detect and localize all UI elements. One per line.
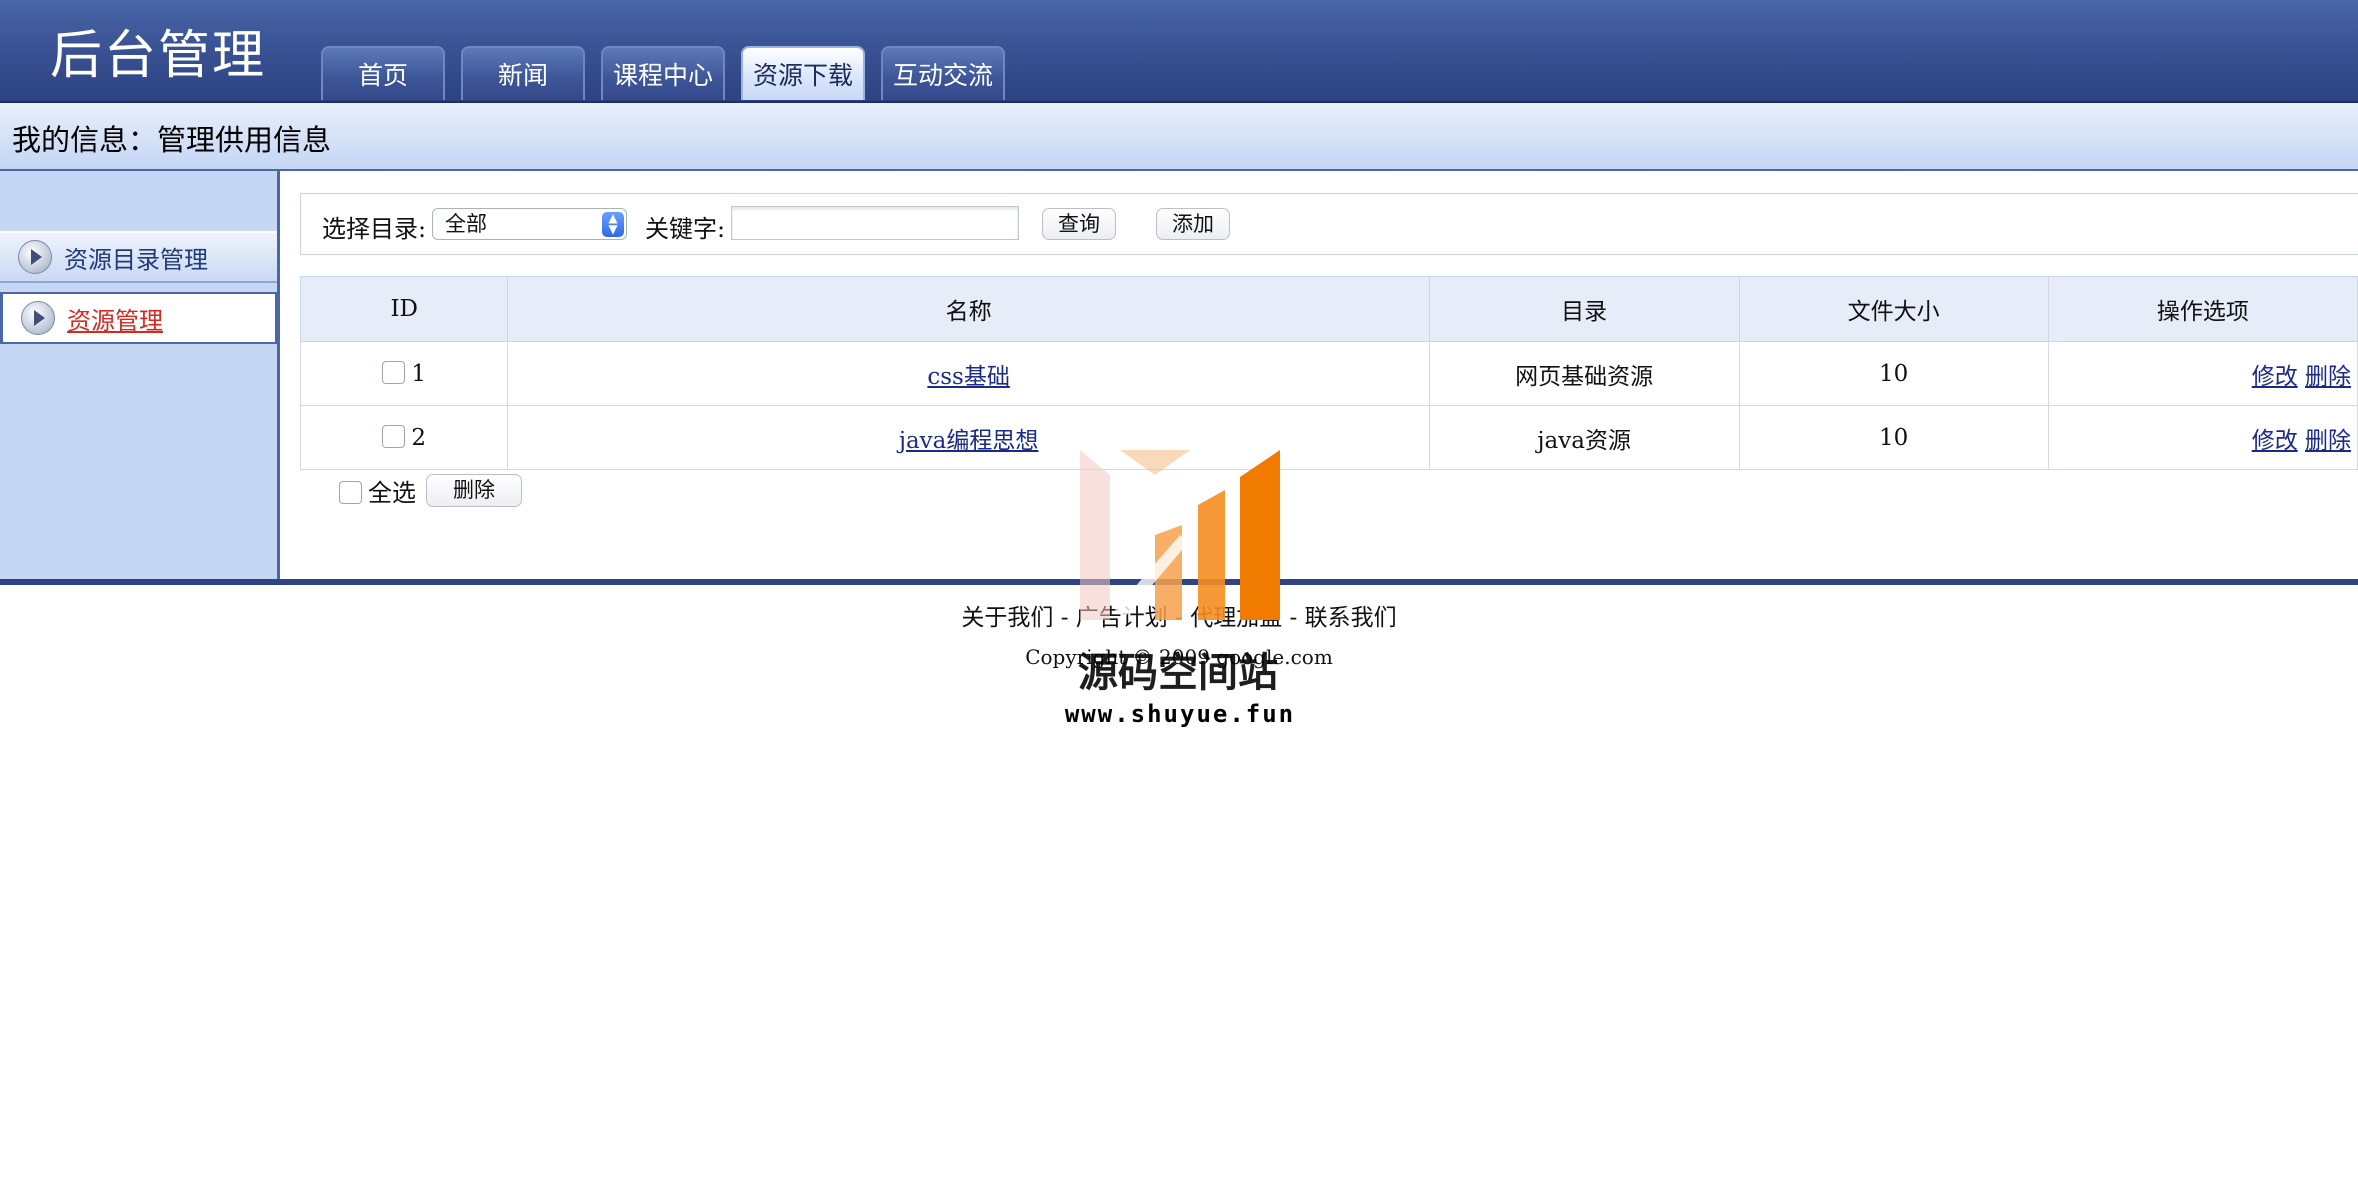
row-size: 10 [1738,341,2049,406]
column-header-directory: 目录 [1428,276,1740,342]
bulk-delete-button[interactable]: 删除 [426,474,522,507]
row-directory: java资源 [1428,405,1740,470]
watermark-logo [1080,450,1280,620]
footer-link-contact[interactable]: 联系我们 [1305,605,1397,631]
arrow-right-icon [21,301,55,335]
resource-name-link[interactable]: java编程思想 [899,428,1039,454]
keyword-input[interactable] [731,206,1019,240]
row-id-cell: 2 [299,405,509,470]
row-id: 1 [411,360,427,387]
bulk-actions: 全选 [339,473,416,508]
tab-resources[interactable]: 资源下载 [741,46,865,100]
delete-link[interactable]: 删除 [2305,364,2351,390]
column-header-name: 名称 [507,276,1430,342]
footer-separator: - [1289,605,1298,631]
watermark-text: 源码空间站 [1078,650,1278,696]
select-all-checkbox[interactable] [339,481,362,504]
resource-name-link[interactable]: css基础 [927,364,1010,390]
row-directory: 网页基础资源 [1428,341,1740,406]
table-row: 1 css基础 网页基础资源 10 修改 删除 [299,341,2358,406]
directory-select-value: 全部 [445,212,487,236]
info-text: 我的信息：管理供用信息 [12,123,332,157]
row-id: 2 [411,424,427,451]
sidebar-item-resource-manage[interactable]: 资源管理 [0,292,277,344]
add-button[interactable]: 添加 [1156,208,1230,240]
row-checkbox[interactable] [382,424,406,448]
column-header-actions: 操作选项 [2047,276,2358,342]
footer-link-about[interactable]: 关于我们 [961,605,1053,631]
sidebar: 资源目录管理 资源管理 [0,171,280,579]
delete-link[interactable]: 删除 [2305,428,2351,454]
tab-news[interactable]: 新闻 [461,46,585,100]
chevron-updown-icon: ▲ ▼ [602,212,624,237]
row-actions: 修改 删除 [2047,405,2358,470]
keyword-label: 关键字: [645,215,726,243]
edit-link[interactable]: 修改 [2252,364,2298,390]
row-name-cell: java编程思想 [507,405,1430,470]
column-header-id: ID [299,276,509,342]
site-title: 后台管理 [50,26,267,86]
column-header-size: 文件大小 [1738,276,2049,342]
resource-table: ID 名称 目录 文件大小 操作选项 1 css基础 网页基础资源 10 修改 … [299,276,2358,470]
query-button[interactable]: 查询 [1042,208,1116,240]
table-header-row: ID 名称 目录 文件大小 操作选项 [299,276,2358,342]
row-name-cell: css基础 [507,341,1430,406]
select-all-label: 全选 [368,479,416,507]
header: 后台管理 首页 新闻 课程中心 资源下载 互动交流 [0,0,2358,103]
tab-courses[interactable]: 课程中心 [601,46,725,100]
edit-link[interactable]: 修改 [2252,428,2298,454]
info-bar: 我的信息：管理供用信息 [0,103,2358,171]
row-id-cell: 1 [299,341,509,406]
search-toolbar: 选择目录: 全部 ▲ ▼ 关键字: 查询 添加 [300,193,2358,255]
sidebar-item-resource-category[interactable]: 资源目录管理 [0,231,277,283]
tab-home[interactable]: 首页 [321,46,445,100]
tab-interaction[interactable]: 互动交流 [881,46,1005,100]
footer-separator: - [1060,605,1069,631]
watermark-url: www.shuyue.fun [1064,700,1296,728]
directory-label: 选择目录: [322,215,427,243]
row-actions: 修改 删除 [2047,341,2358,406]
sidebar-item-label: 资源管理 [67,306,163,335]
arrow-right-icon [18,240,52,274]
sidebar-item-label: 资源目录管理 [64,245,208,274]
directory-select[interactable]: 全部 ▲ ▼ [432,208,627,240]
row-checkbox[interactable] [382,360,406,384]
nav-tabs: 首页 新闻 课程中心 资源下载 互动交流 [321,46,1021,100]
table-row: 2 java编程思想 java资源 10 修改 删除 [299,405,2358,470]
row-size: 10 [1738,405,2049,470]
